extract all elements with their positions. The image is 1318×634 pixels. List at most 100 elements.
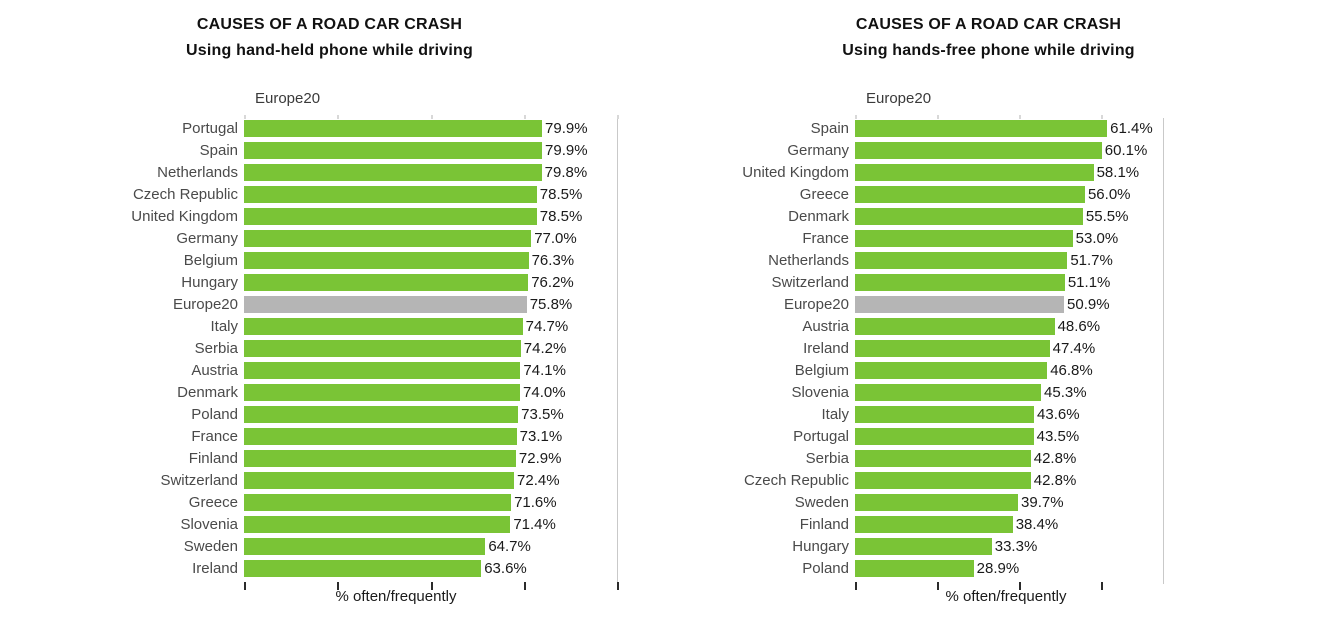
- bar: [855, 384, 1042, 401]
- bar-row: Germany 60.1%: [659, 140, 1163, 162]
- bar-value-label: 48.6%: [1057, 318, 1101, 335]
- bar: [244, 230, 532, 247]
- bar-value-label: 61.4%: [1110, 120, 1153, 137]
- bar: [244, 428, 517, 445]
- bar: [855, 450, 1031, 467]
- bar-value-label: 77.0%: [534, 230, 577, 247]
- bar-value-label: 33.3%: [994, 538, 1038, 555]
- category-label: Germany: [176, 230, 238, 247]
- category-label: United Kingdom: [742, 164, 849, 181]
- bar-value-label: 76.3%: [531, 252, 575, 269]
- category-label: Denmark: [788, 208, 849, 225]
- category-label: Slovenia: [180, 516, 238, 533]
- bar: [244, 516, 511, 533]
- series-note: Europe20: [255, 90, 321, 107]
- bar-row: Serbia 74.2%: [0, 338, 617, 360]
- bar-value-label: 43.5%: [1036, 428, 1080, 445]
- bar: [855, 208, 1083, 225]
- bar-row: Slovenia 71.4%: [0, 514, 617, 536]
- category-label: Belgium: [794, 362, 849, 379]
- series-note: Europe20: [866, 90, 932, 107]
- x-axis-tick-top: [617, 115, 619, 119]
- bar-value-label: 72.9%: [518, 450, 562, 467]
- bar: [855, 340, 1050, 357]
- bar-row: Netherlands 51.7%: [659, 250, 1163, 272]
- bar-value-label: 28.9%: [976, 560, 1020, 577]
- bar-value-label: 63.6%: [484, 560, 527, 577]
- category-label: Poland: [802, 560, 849, 577]
- bar-row: Greece 71.6%: [0, 492, 617, 514]
- x-axis-title: % often/frequently: [335, 588, 457, 605]
- bar: [855, 274, 1065, 291]
- category-label: Italy: [821, 406, 849, 423]
- bar-value-label: 73.1%: [519, 428, 563, 445]
- category-label: United Kingdom: [131, 208, 238, 225]
- bar-value-label: 39.7%: [1021, 494, 1064, 511]
- bar-value-label: 74.1%: [523, 362, 566, 379]
- bar: [244, 208, 537, 225]
- bar-row: Spain 61.4%: [659, 118, 1163, 140]
- bar: [244, 450, 516, 467]
- category-label: Europe20: [172, 296, 238, 313]
- bar-row: Italy 74.7%: [0, 316, 617, 338]
- bar-highlight: [855, 296, 1065, 313]
- category-label: Switzerland: [160, 472, 238, 489]
- bar-row: Switzerland 51.1%: [659, 272, 1163, 294]
- category-label: Spain: [199, 142, 238, 159]
- bar-row: Belgium 76.3%: [0, 250, 617, 272]
- category-label: Czech Republic: [132, 186, 238, 203]
- bar-row: Finland 72.9%: [0, 448, 617, 470]
- bar-row: Denmark 74.0%: [0, 382, 617, 404]
- bar-value-label: 79.8%: [544, 164, 588, 181]
- category-label: Sweden: [183, 538, 238, 555]
- bar-value-label: 55.5%: [1085, 208, 1129, 225]
- bar-row: Ireland 63.6%: [0, 558, 617, 580]
- bar-row: Poland 28.9%: [659, 558, 1163, 580]
- chart-pair: CAUSES OF A ROAD CAR CRASH Using hand-he…: [0, 0, 1318, 634]
- bar-row: Czech Republic 42.8%: [659, 470, 1163, 492]
- bar-row: Denmark 55.5%: [659, 206, 1163, 228]
- bar: [244, 318, 523, 335]
- bar-row: Switzerland 72.4%: [0, 470, 617, 492]
- bar-row: Netherlands 79.8%: [0, 162, 617, 184]
- category-label: Ireland: [803, 340, 849, 357]
- bar: [855, 494, 1019, 511]
- bar-value-label: 45.3%: [1044, 384, 1087, 401]
- category-label: Austria: [802, 318, 849, 335]
- bar-value-label: 50.9%: [1067, 296, 1110, 313]
- category-label: France: [191, 428, 238, 445]
- bar: [244, 406, 519, 423]
- bar-row: France 73.1%: [0, 426, 617, 448]
- bar-row: Europe20 50.9%: [659, 294, 1163, 316]
- chart-panel-hand-held: CAUSES OF A ROAD CAR CRASH Using hand-he…: [0, 0, 659, 634]
- bar: [855, 164, 1094, 181]
- category-label: Greece: [188, 494, 238, 511]
- bar: [855, 472, 1031, 489]
- bar-value-label: 74.2%: [523, 340, 567, 357]
- category-label: Slovenia: [791, 384, 849, 401]
- category-label: Serbia: [194, 340, 238, 357]
- bar-row: Portugal 79.9%: [0, 118, 617, 140]
- bar-value-label: 53.0%: [1075, 230, 1119, 247]
- category-label: Hungary: [181, 274, 238, 291]
- bar-row: Germany 77.0%: [0, 228, 617, 250]
- x-axis-tick: [617, 582, 619, 590]
- plot-area: Portugal 79.9% Spain 79.9% Netherlands 79.8% C…: [0, 115, 619, 594]
- bar-row: Hungary 76.2%: [0, 272, 617, 294]
- category-label: Poland: [191, 406, 238, 423]
- category-label: Czech Republic: [743, 472, 849, 489]
- bar: [855, 318, 1055, 335]
- bar-row: Ireland 47.4%: [659, 338, 1163, 360]
- bar-row: France 53.0%: [659, 228, 1163, 250]
- bar-row: United Kingdom 58.1%: [659, 162, 1163, 184]
- bar-value-label: 64.7%: [488, 538, 531, 555]
- bar: [244, 560, 482, 577]
- category-label: Denmark: [177, 384, 238, 401]
- bar: [855, 186, 1085, 203]
- category-label: Finland: [799, 516, 849, 533]
- bar: [855, 120, 1108, 137]
- bar-row: Greece 56.0%: [659, 184, 1163, 206]
- bar-value-label: 78.5%: [539, 208, 583, 225]
- bar: [244, 472, 515, 489]
- chart-subtitle: Using hands-free phone while driving: [842, 42, 1135, 59]
